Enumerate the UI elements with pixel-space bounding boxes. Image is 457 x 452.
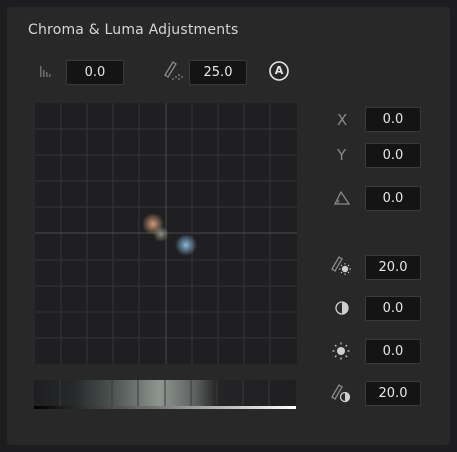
contrast-value-field[interactable]: 0.0 — [365, 296, 421, 321]
pen-sun-icon — [330, 254, 352, 280]
angle-value-field[interactable]: 0.0 — [365, 186, 421, 211]
histogram-value-field[interactable]: 0.0 — [66, 60, 124, 85]
contrast-icon — [334, 300, 350, 320]
pen-softness-icon — [162, 58, 184, 86]
x-value-field[interactable]: 0.0 — [365, 107, 421, 132]
luma-softness-value-field[interactable]: 20.0 — [365, 381, 421, 406]
chroma-softness-value-field[interactable]: 20.0 — [365, 255, 421, 280]
sun-icon — [331, 341, 351, 365]
auto-a-icon[interactable]: A — [268, 60, 290, 86]
pen-drop-icon — [330, 382, 352, 408]
x-label: X — [337, 111, 348, 129]
y-value-field[interactable]: 0.0 — [365, 143, 421, 168]
brightness-value-field[interactable]: 0.0 — [365, 339, 421, 364]
y-label: Y — [337, 146, 347, 164]
softness-value-field[interactable]: 25.0 — [189, 60, 247, 85]
luma-strip[interactable] — [34, 380, 296, 410]
angle-icon — [333, 189, 351, 211]
histogram-icon — [39, 63, 53, 82]
panel-title: Chroma & Luma Adjustments — [28, 22, 239, 38]
auto-a-label: A — [274, 64, 284, 77]
chroma-plot[interactable] — [35, 103, 297, 364]
